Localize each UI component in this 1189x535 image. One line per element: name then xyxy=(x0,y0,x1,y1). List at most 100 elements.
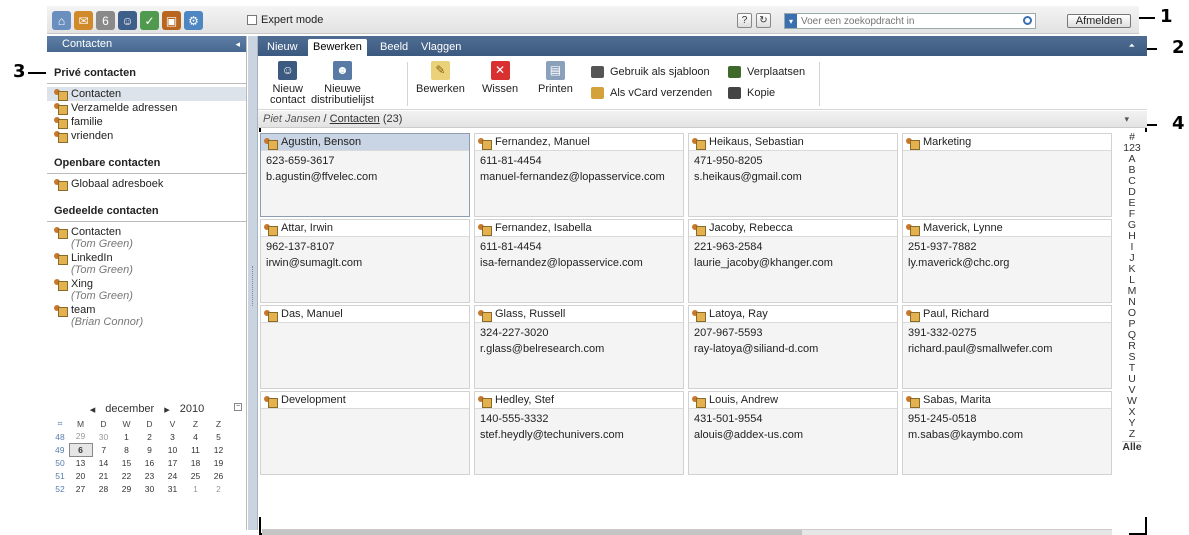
tab-nieuw[interactable]: Nieuw xyxy=(262,39,303,56)
tab-bewerken[interactable]: Bewerken xyxy=(308,39,367,56)
calendar-day[interactable]: 29 xyxy=(115,482,138,495)
calendar-collapse-icon[interactable]: − xyxy=(234,403,242,411)
contact-email[interactable]: m.sabas@kaymbo.com xyxy=(903,429,1111,442)
contact-email[interactable]: ray-latoya@siliand-d.com xyxy=(689,343,897,356)
expert-mode-checkbox[interactable] xyxy=(247,15,257,25)
tasks-icon[interactable]: ✓ xyxy=(140,11,159,30)
calendar-day[interactable]: 13 xyxy=(69,456,92,469)
calendar-icon[interactable]: 6 xyxy=(96,11,115,30)
calendar-day[interactable]: 22 xyxy=(115,469,138,482)
new-contact-button[interactable]: ☺ Nieuw contact xyxy=(270,61,305,106)
tab-vlaggen[interactable]: Vlaggen xyxy=(416,39,466,56)
path-folder-link[interactable]: Contacten xyxy=(330,113,380,125)
week-number[interactable]: 52 xyxy=(51,482,69,495)
contact-email[interactable]: ly.maverick@chc.org xyxy=(903,257,1111,270)
contact-card[interactable]: Sabas, Marita 951-245-0518 m.sabas@kaymbo.… xyxy=(902,391,1112,475)
contact-card-header[interactable]: Sabas, Marita xyxy=(903,392,1111,409)
calendar-day[interactable]: 11 xyxy=(184,443,207,456)
week-number[interactable]: 49 xyxy=(51,443,69,456)
calendar-day[interactable]: 2 xyxy=(207,482,230,495)
calendar-day[interactable]: 6 xyxy=(68,442,93,457)
private-folder-item[interactable]: vrienden xyxy=(47,129,246,143)
new-distlist-button[interactable]: ☻ Nieuwe distributielijst xyxy=(311,61,374,106)
home-icon[interactable]: ⌂ xyxy=(52,11,71,30)
calendar-day[interactable]: 8 xyxy=(115,443,138,456)
contact-card-header[interactable]: Fernandez, Manuel xyxy=(475,134,683,151)
week-column-icon[interactable]: ⌗ xyxy=(51,417,69,430)
calendar-day[interactable]: 17 xyxy=(161,456,184,469)
contact-card-header[interactable]: Louis, Andrew xyxy=(689,392,897,409)
calendar-day[interactable]: 24 xyxy=(161,469,184,482)
contact-card-header[interactable]: Fernandez, Isabella xyxy=(475,220,683,237)
calendar-day[interactable]: 14 xyxy=(92,456,115,469)
shared-folder-item[interactable]: Xing (Tom Green) xyxy=(47,277,246,303)
contact-card[interactable]: Latoya, Ray 207-967-5593 ray-latoya@silian… xyxy=(688,305,898,389)
contact-card-header[interactable]: Latoya, Ray xyxy=(689,306,897,323)
contact-card-header[interactable]: Glass, Russell xyxy=(475,306,683,323)
contact-card[interactable]: Marketing xyxy=(902,133,1112,217)
contact-card[interactable]: Glass, Russell 324-227-3020 r.glass@belres… xyxy=(474,305,684,389)
calendar-day[interactable]: 20 xyxy=(69,469,92,482)
contact-email[interactable]: b.agustin@ffvelec.com xyxy=(261,171,469,184)
copy-button[interactable]: Kopie xyxy=(728,87,775,99)
calendar-day[interactable]: 30 xyxy=(92,430,115,443)
calendar-day[interactable]: 19 xyxy=(207,456,230,469)
contact-card[interactable]: Fernandez, Isabella 611-81-4454 isa-fernan… xyxy=(474,219,684,303)
use-template-button[interactable]: Gebruik als sjabloon xyxy=(591,66,710,78)
calendar-day[interactable]: 29 xyxy=(69,430,92,443)
contact-card-header[interactable]: Agustin, Benson xyxy=(261,134,469,151)
calendar-day[interactable]: 1 xyxy=(115,430,138,443)
contact-email[interactable]: manuel-fernandez@lopasservice.com xyxy=(475,171,683,184)
calendar-day[interactable]: 9 xyxy=(138,443,161,456)
calendar-day[interactable]: 16 xyxy=(138,456,161,469)
logout-button[interactable]: Afmelden xyxy=(1067,14,1131,28)
week-number[interactable]: 48 xyxy=(51,430,69,443)
edit-button[interactable]: ✎ Bewerken xyxy=(416,61,465,95)
contact-email[interactable]: stef.heydly@techunivers.com xyxy=(475,429,683,442)
contact-card[interactable]: Louis, Andrew 431-501-9554 alouis@addex-us… xyxy=(688,391,898,475)
contact-card-header[interactable]: Maverick, Lynne xyxy=(903,220,1111,237)
contact-card-header[interactable]: Attar, Irwin xyxy=(261,220,469,237)
calendar-day[interactable]: 10 xyxy=(161,443,184,456)
view-options-dropdown-icon[interactable]: ▾ xyxy=(1124,111,1129,128)
print-button[interactable]: ▤ Printen xyxy=(538,61,573,95)
calendar-day[interactable]: 30 xyxy=(138,482,161,495)
calendar-day[interactable]: 18 xyxy=(184,456,207,469)
contact-card-header[interactable]: Development xyxy=(261,392,469,409)
delete-button[interactable]: ✕ Wissen xyxy=(482,61,518,95)
contact-card[interactable]: Paul, Richard 391-332-0275 richard.paul@sm… xyxy=(902,305,1112,389)
contact-card[interactable]: Hedley, Stef 140-555-3332 stef.heydly@tech… xyxy=(474,391,684,475)
contact-card[interactable]: Das, Manuel xyxy=(260,305,470,389)
public-folder-item[interactable]: Globaal adresboek xyxy=(47,177,246,191)
tab-beeld[interactable]: Beeld xyxy=(375,39,413,56)
search-scope-dropdown-icon[interactable]: ▾ xyxy=(785,14,797,28)
week-number[interactable]: 50 xyxy=(51,456,69,469)
shared-folder-item[interactable]: team (Brian Connor) xyxy=(47,303,246,329)
scrollbar-thumb[interactable] xyxy=(262,530,802,535)
pane-splitter[interactable] xyxy=(248,36,258,530)
alphabet-all[interactable]: Alle xyxy=(1122,441,1142,453)
calendar-day[interactable]: 25 xyxy=(184,469,207,482)
calendar-day[interactable]: 12 xyxy=(207,443,230,456)
calendar-day[interactable]: 27 xyxy=(69,482,92,495)
calendar-day[interactable]: 2 xyxy=(138,430,161,443)
week-number[interactable]: 51 xyxy=(51,469,69,482)
mail-icon[interactable]: ✉ xyxy=(74,11,93,30)
contact-card-header[interactable]: Jacoby, Rebecca xyxy=(689,220,897,237)
contact-card[interactable]: Development xyxy=(260,391,470,475)
calendar-day[interactable]: 5 xyxy=(207,430,230,443)
contact-email[interactable]: r.glass@belresearch.com xyxy=(475,343,683,356)
infostore-icon[interactable]: ▣ xyxy=(162,11,181,30)
search-box[interactable]: ▾ xyxy=(784,13,1036,29)
calendar-day[interactable]: 4 xyxy=(184,430,207,443)
refresh-button[interactable]: ↻ xyxy=(756,13,771,28)
calendar-day[interactable]: 1 xyxy=(184,482,207,495)
calendar-day[interactable]: 15 xyxy=(115,456,138,469)
prev-month-icon[interactable]: ◂ xyxy=(90,403,96,416)
contact-card-header[interactable]: Hedley, Stef xyxy=(475,392,683,409)
calendar-day[interactable]: 28 xyxy=(92,482,115,495)
contact-card[interactable]: Attar, Irwin 962-137-8107 irwin@sumaglt.co… xyxy=(260,219,470,303)
contact-card[interactable]: Agustin, Benson 623-659-3617 b.agustin@ffv… xyxy=(260,133,470,217)
calendar-day[interactable]: 21 xyxy=(92,469,115,482)
contact-email[interactable]: alouis@addex-us.com xyxy=(689,429,897,442)
